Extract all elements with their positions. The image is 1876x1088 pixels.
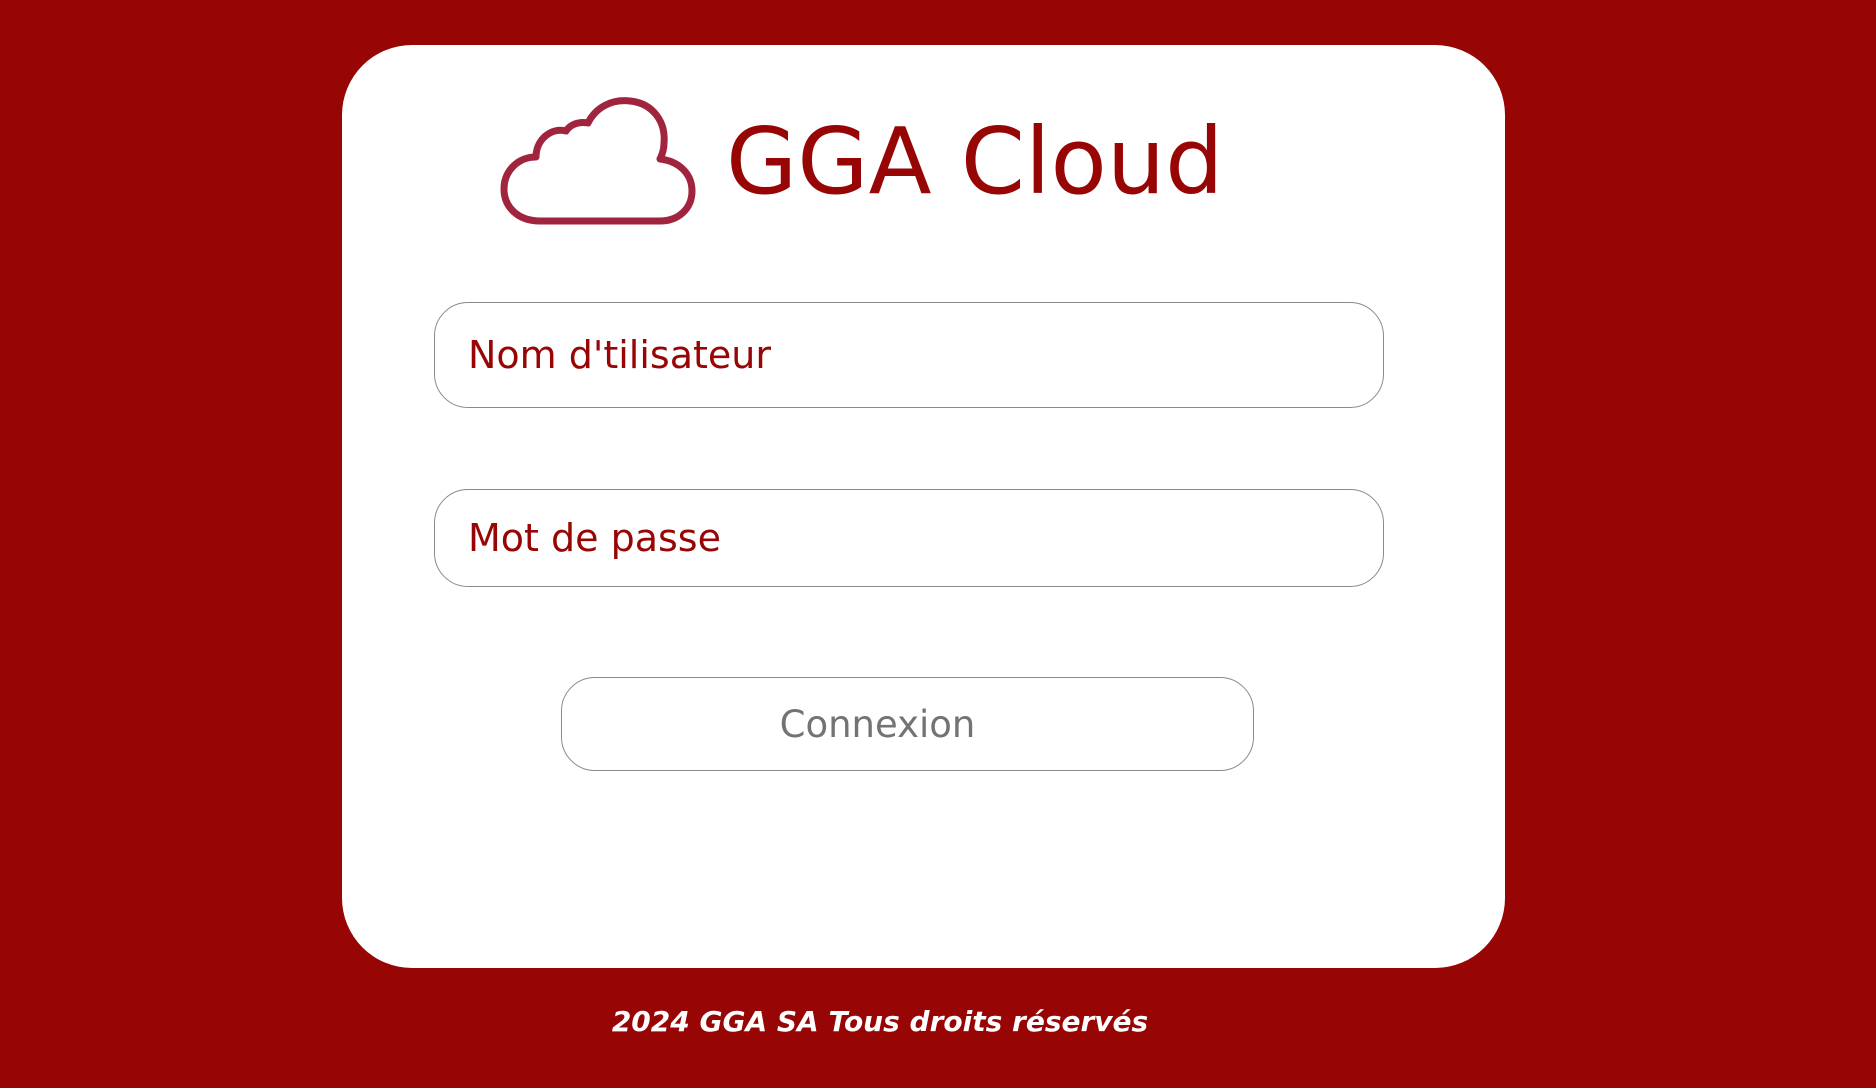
username-input[interactable] bbox=[468, 333, 1383, 377]
login-button-label: Connexion bbox=[779, 702, 976, 746]
app-title: GGA Cloud bbox=[726, 108, 1224, 215]
login-page: GGA Cloud Connexion 2024 GGA SA Tous dro… bbox=[0, 0, 1876, 1088]
login-button[interactable]: Connexion bbox=[561, 677, 1254, 771]
password-input[interactable] bbox=[468, 516, 1383, 560]
cloud-icon bbox=[500, 97, 696, 225]
brand-header: GGA Cloud bbox=[500, 97, 1224, 227]
password-field[interactable] bbox=[434, 489, 1384, 587]
username-field[interactable] bbox=[434, 302, 1384, 408]
footer-copyright: 2024 GGA SA Tous droits réservés bbox=[611, 1005, 1149, 1038]
login-card: GGA Cloud Connexion bbox=[342, 45, 1505, 968]
